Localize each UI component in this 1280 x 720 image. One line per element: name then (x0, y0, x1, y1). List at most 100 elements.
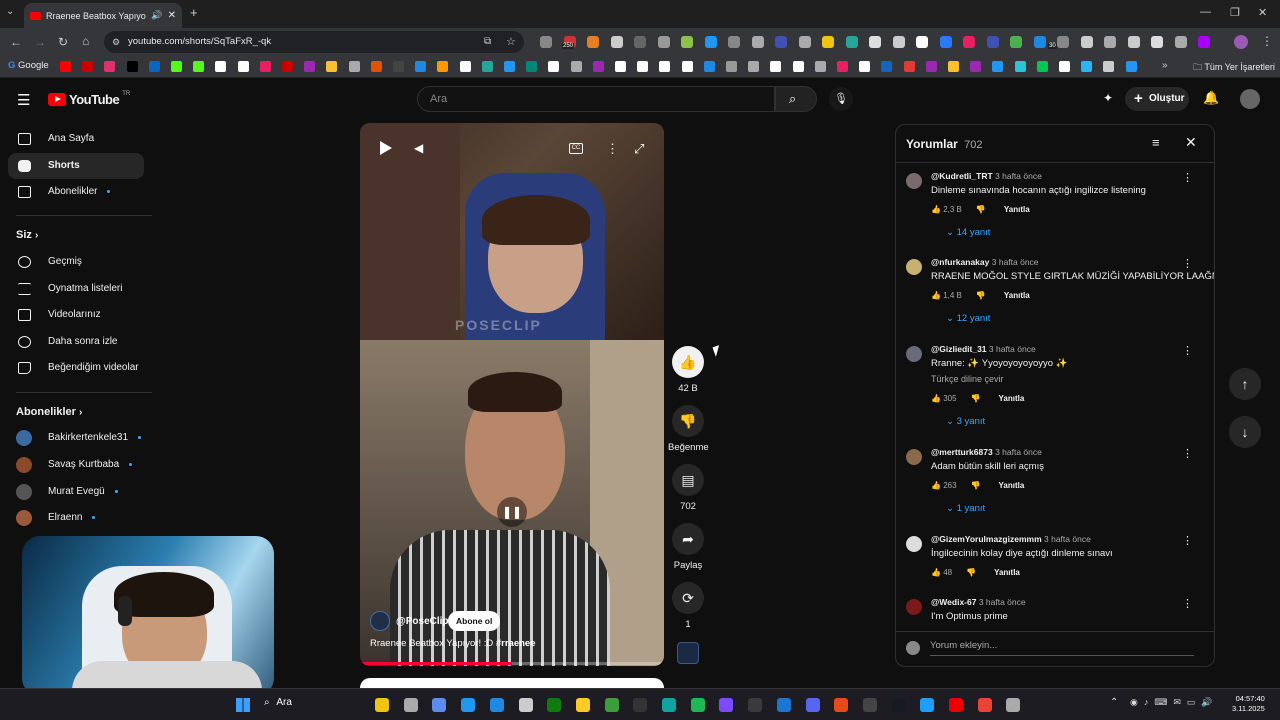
speaker-icon[interactable]: 🔊 (151, 10, 162, 21)
bookmark-icon[interactable] (726, 61, 737, 72)
bookmark-icon[interactable] (237, 61, 249, 72)
bookmark-icon[interactable] (126, 61, 138, 72)
bookmark-icon[interactable] (637, 61, 649, 72)
bookmark-icon[interactable] (481, 61, 493, 72)
bookmark-icon[interactable] (948, 61, 959, 72)
site-info-icon[interactable]: ⚙ (112, 31, 120, 53)
notifications-icon[interactable]: 🔔 (1203, 90, 1219, 106)
you-section-header[interactable]: Siz › (16, 229, 38, 241)
bookmark-icon[interactable] (548, 61, 560, 72)
extension-icon[interactable] (775, 36, 787, 48)
sort-icon[interactable]: ≡ (1152, 135, 1160, 150)
channel-avatar[interactable] (370, 611, 390, 631)
taskbar-app-icon[interactable] (547, 698, 562, 712)
bookmark-icon[interactable] (104, 61, 116, 72)
extension-icon[interactable] (704, 36, 717, 48)
close-window-icon[interactable]: ✕ (1258, 6, 1267, 19)
bookmark-icon[interactable] (659, 61, 671, 72)
captions-icon[interactable]: CC (569, 143, 583, 154)
sound-thumbnail[interactable] (677, 642, 699, 664)
subscribe-button[interactable]: Abone ol (448, 611, 501, 631)
bookmark-icon[interactable] (259, 61, 271, 72)
bookmark-icon[interactable] (504, 61, 515, 72)
commenter-avatar[interactable] (906, 536, 922, 552)
extension-icon[interactable] (1033, 36, 1046, 48)
new-tab-icon[interactable]: + (190, 5, 198, 20)
extension-icon[interactable] (869, 36, 881, 48)
comment-author[interactable]: @mertturk6873 3 hafta önce (931, 447, 1042, 457)
extension-icon[interactable] (1174, 36, 1187, 48)
progress-track[interactable] (360, 662, 664, 665)
bookmark-icon[interactable] (859, 61, 871, 72)
extension-icon[interactable] (845, 36, 858, 48)
view-replies-button[interactable]: ⌄ 3 yanıt (946, 416, 985, 427)
bookmark-icon[interactable] (415, 61, 427, 72)
profile-avatar[interactable] (1234, 35, 1248, 49)
reply-button[interactable]: Yanıtla (999, 394, 1025, 403)
comment-like-icon[interactable]: 👍 (931, 568, 941, 577)
search-button[interactable]: ⌕ (775, 86, 817, 112)
home-button-icon[interactable]: ⌂ (82, 34, 89, 48)
sidebar-item-watch-later[interactable]: Daha sonra izle (8, 329, 144, 355)
taskbar-app-icon[interactable] (489, 698, 504, 712)
voice-search-icon[interactable]: 🎙 (829, 87, 853, 111)
tab-search-icon[interactable]: ⌄ (6, 6, 14, 17)
bookmark-icon[interactable] (770, 61, 782, 72)
bookmark-icon[interactable] (570, 61, 582, 72)
comment-like-icon[interactable]: 👍 (931, 291, 941, 300)
channel-name[interactable]: @PoseClip (396, 616, 449, 627)
restore-icon[interactable]: ❐ (1230, 6, 1240, 19)
comment-menu-icon[interactable]: ⋮ (1182, 597, 1193, 610)
taskbar-app-icon[interactable] (920, 698, 935, 712)
bookmark-icon[interactable] (171, 61, 182, 72)
view-replies-button[interactable]: ⌄ 12 yanıt (946, 313, 990, 324)
bookmarks-overflow-icon[interactable]: » (1162, 60, 1168, 71)
extension-icon[interactable] (657, 36, 670, 48)
forward-icon[interactable]: → (34, 35, 46, 49)
taskbar-app-icon[interactable] (776, 698, 791, 712)
guide-menu-icon[interactable]: ☰ (17, 91, 30, 109)
create-button[interactable]: + Oluştur (1125, 87, 1189, 111)
bookmark-icon[interactable] (393, 61, 404, 72)
browser-menu-icon[interactable]: ⋮ (1261, 34, 1273, 48)
reply-button[interactable]: Yanıtla (1004, 205, 1030, 214)
sidebar-item-home[interactable]: Ana Sayfa (8, 126, 144, 152)
google-bookmark[interactable]: G Google (8, 60, 49, 71)
extension-icon[interactable] (728, 36, 740, 48)
bookmark-icon[interactable] (837, 61, 848, 72)
extension-icon[interactable] (1080, 36, 1093, 48)
taskbar-app-icon[interactable] (604, 698, 619, 712)
taskbar-app-icon[interactable] (977, 698, 992, 712)
comment-menu-icon[interactable]: ⋮ (1182, 447, 1193, 460)
magic-icon[interactable]: ✦ (1103, 91, 1113, 105)
extension-icon[interactable] (822, 36, 834, 48)
comment-menu-icon[interactable]: ⋮ (1182, 534, 1193, 547)
extension-icon[interactable] (1104, 36, 1116, 48)
taskbar-app-icon[interactable] (432, 698, 447, 712)
bookmark-icon[interactable] (82, 61, 94, 72)
minimize-icon[interactable]: — (1200, 6, 1211, 18)
bookmark-icon[interactable] (814, 61, 826, 72)
hashtag-link[interactable]: #rraenee (496, 638, 536, 649)
close-icon[interactable]: ✕ (1185, 134, 1197, 151)
bookmark-icon[interactable] (992, 61, 1004, 72)
extension-icon[interactable] (1198, 36, 1210, 48)
bookmark-star-icon[interactable]: ☆ (506, 31, 516, 53)
share-button[interactable]: ➦ Paylaş (668, 523, 708, 571)
bookmark-icon[interactable] (903, 61, 915, 72)
play-icon[interactable] (380, 141, 392, 155)
fullscreen-icon[interactable]: ⤢ (634, 141, 644, 157)
bookmark-icon[interactable] (792, 61, 804, 72)
reply-button[interactable]: Yanıtla (1004, 291, 1030, 300)
comment-menu-icon[interactable]: ⋮ (1182, 171, 1193, 184)
taskbar-app-icon[interactable] (518, 698, 533, 712)
shorts-video-player[interactable]: POSECLIP ◀ CC ⋮ ⤢ ❚❚ @PoseClip Abone ol … (360, 123, 664, 666)
volume-icon[interactable]: ◀ (414, 141, 423, 155)
account-avatar[interactable] (1240, 89, 1260, 109)
sidebar-item-shorts[interactable]: Shorts (8, 153, 144, 179)
bookmark-icon[interactable] (282, 61, 293, 72)
subscription-item[interactable]: Savaş Kurtbaba (16, 454, 133, 476)
bookmark-icon[interactable] (526, 61, 538, 72)
taskbar-app-icon[interactable] (834, 698, 849, 712)
subscription-item[interactable]: Bakirkertenkele31 (16, 427, 142, 449)
